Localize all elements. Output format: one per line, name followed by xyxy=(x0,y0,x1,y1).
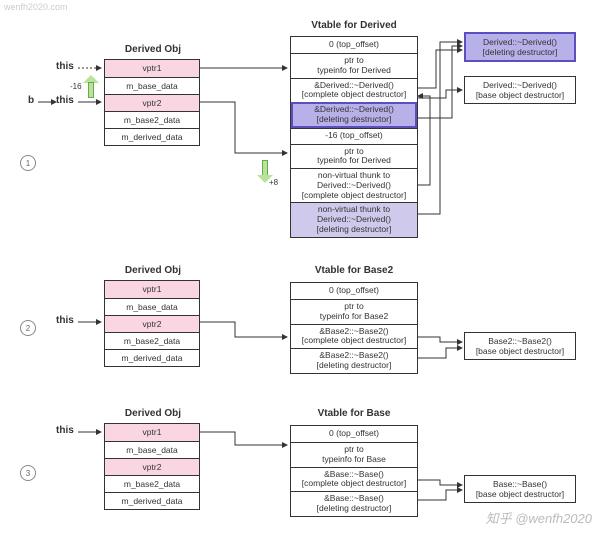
m-base-data-row-2: m_base_data xyxy=(105,298,199,315)
vtable-base: 0 (top_offset) ptr totypeinfo for Base &… xyxy=(290,425,418,517)
watermark-bottom-right: 知乎 @wenfh2020 xyxy=(486,508,592,527)
green-arrow-up xyxy=(84,72,98,98)
vt-row-deleting-dtor-hl: &Derived::~Derived()[deleting destructor… xyxy=(291,102,417,128)
vtable-base2: 0 (top_offset) ptr totypeinfo for Base2 … xyxy=(290,282,418,374)
vt-row-top-offset-0: 0 (top_offset) xyxy=(291,37,417,53)
vt-row-typeinfo-2: ptr totypeinfo for Derived xyxy=(291,144,417,169)
offset-neg16: -16 xyxy=(70,82,82,91)
m-base-data-row-3: m_base_data xyxy=(105,441,199,458)
vtable-derived: 0 (top_offset) ptr totypeinfo for Derive… xyxy=(290,36,418,238)
vtable-title-1: Vtable for Derived xyxy=(290,20,418,31)
this-label-3: this xyxy=(56,425,74,436)
section-badge-2: 2 xyxy=(20,320,36,336)
m-base-data-row: m_base_data xyxy=(105,77,199,94)
vt-row-thunk-complete: non-virtual thunk toDerived::~Derived()[… xyxy=(291,168,417,202)
vt2-row-top-offset: 0 (top_offset) xyxy=(291,283,417,299)
vt3-row-complete-dtor: &Base::~Base()[complete object destructo… xyxy=(291,467,417,492)
watermark-top-left: wenfh2020.com xyxy=(4,2,68,12)
m-derived-data-row: m_derived_data xyxy=(105,128,199,145)
m-base2-data-row-2: m_base2_data xyxy=(105,332,199,349)
fn-base2-base-dtor: Base2::~Base2()[base object destructor] xyxy=(464,332,576,360)
vptr2-row-3: vptr2 xyxy=(105,458,199,475)
derived-obj-1: vptr1 m_base_data vptr2 m_base2_data m_d… xyxy=(104,59,200,146)
section-badge-3: 3 xyxy=(20,465,36,481)
vptr2-row: vptr2 xyxy=(105,94,199,111)
vptr1-row: vptr1 xyxy=(105,60,199,77)
vt2-row-deleting-dtor: &Base2::~Base2()[deleting destructor] xyxy=(291,348,417,373)
green-arrow-down xyxy=(258,160,272,186)
derived-obj-3: vptr1 m_base_data vptr2 m_base2_data m_d… xyxy=(104,423,200,510)
obj-title-2: Derived Obj xyxy=(105,265,201,276)
m-base2-data-row: m_base2_data xyxy=(105,111,199,128)
fn-derived-base-dtor: Derived::~Derived()[base object destruct… xyxy=(464,76,576,104)
derived-obj-2: vptr1 m_base_data vptr2 m_base2_data m_d… xyxy=(104,280,200,367)
vtable-title-3: Vtable for Base xyxy=(290,408,418,419)
m-derived-data-row-3: m_derived_data xyxy=(105,492,199,509)
m-base2-data-row-3: m_base2_data xyxy=(105,475,199,492)
this-label-1a: this xyxy=(56,61,74,72)
obj-title-3: Derived Obj xyxy=(105,408,201,419)
fn-base-base-dtor: Base::~Base()[base object destructor] xyxy=(464,475,576,503)
vt3-row-typeinfo: ptr totypeinfo for Base xyxy=(291,442,417,467)
vptr1-row-3: vptr1 xyxy=(105,424,199,441)
vt2-row-complete-dtor: &Base2::~Base2()[complete object destruc… xyxy=(291,324,417,349)
vtable-title-2: Vtable for Base2 xyxy=(290,265,418,276)
b-label: b xyxy=(28,95,34,106)
m-derived-data-row-2: m_derived_data xyxy=(105,349,199,366)
vt3-row-top-offset: 0 (top_offset) xyxy=(291,426,417,442)
fn-derived-deleting-dtor: Derived::~Derived()[deleting destructor] xyxy=(464,32,576,62)
section-badge-1: 1 xyxy=(20,155,36,171)
obj-title-1: Derived Obj xyxy=(105,44,201,55)
vt2-row-typeinfo: ptr totypeinfo for Base2 xyxy=(291,299,417,324)
vt-row-neg16-offset: -16 (top_offset) xyxy=(291,128,417,144)
vt3-row-deleting-dtor: &Base::~Base()[deleting destructor] xyxy=(291,491,417,516)
vt-row-complete-dtor: &Derived::~Derived()[complete object des… xyxy=(291,78,417,103)
this-label-1b: this xyxy=(56,95,74,106)
vt-row-thunk-deleting: non-virtual thunk toDerived::~Derived()[… xyxy=(291,202,417,236)
this-label-2: this xyxy=(56,315,74,326)
vt-row-typeinfo-1: ptr totypeinfo for Derived xyxy=(291,53,417,78)
vptr2-row-2: vptr2 xyxy=(105,315,199,332)
vptr1-row-2: vptr1 xyxy=(105,281,199,298)
